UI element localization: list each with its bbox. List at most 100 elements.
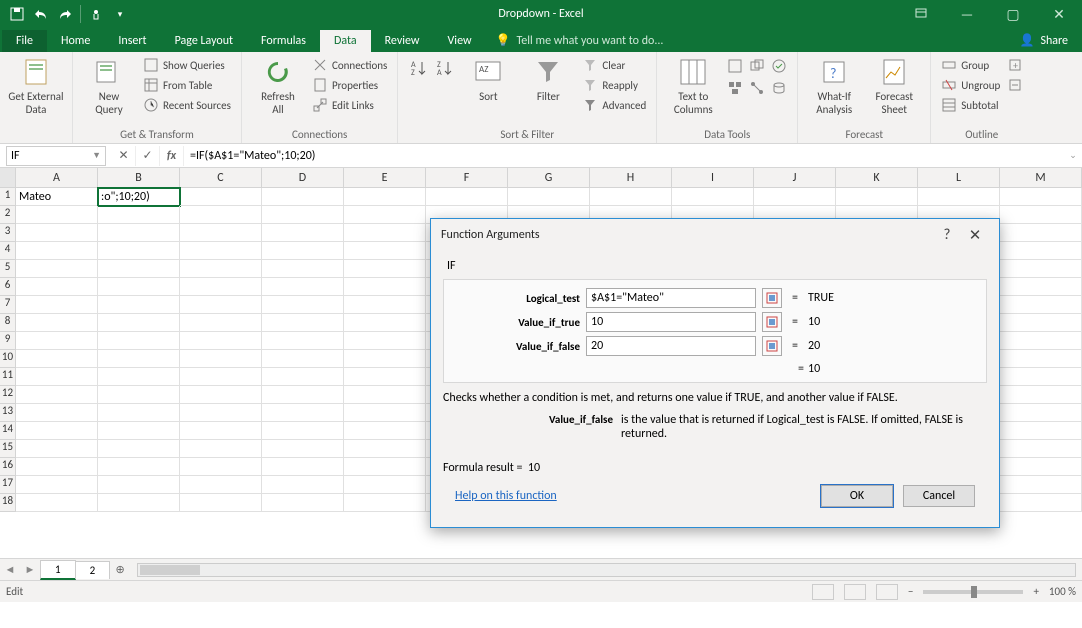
cell[interactable]: [180, 278, 262, 296]
row-header[interactable]: 18: [0, 494, 16, 512]
filter-button[interactable]: Filter: [520, 56, 576, 103]
row-header[interactable]: 8: [0, 314, 16, 332]
cell[interactable]: [344, 332, 426, 350]
cell[interactable]: [16, 476, 98, 494]
cell[interactable]: [180, 440, 262, 458]
cell[interactable]: [344, 278, 426, 296]
cell[interactable]: [344, 314, 426, 332]
cell[interactable]: [180, 242, 262, 260]
cell[interactable]: [98, 206, 180, 224]
col-header[interactable]: L: [918, 168, 1000, 187]
cell[interactable]: [98, 422, 180, 440]
zoom-slider[interactable]: [923, 590, 1023, 594]
cell[interactable]: [262, 368, 344, 386]
cell[interactable]: [98, 368, 180, 386]
sheet-tab[interactable]: 2: [75, 561, 111, 579]
cell[interactable]: [1000, 260, 1082, 278]
advanced-filter-button[interactable]: Advanced: [580, 96, 648, 114]
get-external-data-button[interactable]: Get External Data: [8, 56, 64, 116]
cell[interactable]: [180, 224, 262, 242]
cell[interactable]: [16, 278, 98, 296]
cell[interactable]: [344, 494, 426, 512]
cell[interactable]: [1000, 440, 1082, 458]
formulas-tab[interactable]: Formulas: [247, 30, 320, 52]
cell[interactable]: [1000, 278, 1082, 296]
cell[interactable]: [180, 350, 262, 368]
range-selector-button[interactable]: [762, 336, 782, 356]
expand-formula-bar-button[interactable]: ⌄: [1064, 150, 1082, 161]
insert-tab[interactable]: Insert: [104, 30, 160, 52]
cell[interactable]: [262, 188, 344, 206]
consolidate-button[interactable]: [725, 78, 745, 98]
undo-icon[interactable]: [30, 3, 52, 25]
sort-asc-button[interactable]: AZ: [406, 56, 430, 80]
cell[interactable]: [16, 242, 98, 260]
cell[interactable]: [1000, 206, 1082, 224]
cell[interactable]: [98, 386, 180, 404]
enter-formula-button[interactable]: ✓: [136, 146, 160, 166]
from-table-button[interactable]: From Table: [141, 76, 233, 94]
cell[interactable]: [180, 494, 262, 512]
cell[interactable]: [262, 458, 344, 476]
cell[interactable]: [16, 206, 98, 224]
cell[interactable]: [344, 368, 426, 386]
close-button[interactable]: ✕: [1036, 0, 1082, 28]
redo-icon[interactable]: [54, 3, 76, 25]
formula-input[interactable]: =IF($A$1="Mateo";10;20): [184, 149, 1064, 163]
cell[interactable]: [344, 224, 426, 242]
cell[interactable]: [754, 188, 836, 206]
cell[interactable]: [1000, 476, 1082, 494]
help-button[interactable]: ?: [933, 226, 961, 244]
col-header[interactable]: K: [836, 168, 918, 187]
col-header[interactable]: J: [754, 168, 836, 187]
cell[interactable]: Mateo: [16, 188, 98, 206]
show-detail-button[interactable]: +: [1006, 56, 1024, 74]
cell[interactable]: [16, 422, 98, 440]
cell[interactable]: [98, 476, 180, 494]
cell[interactable]: [16, 332, 98, 350]
cell[interactable]: [344, 458, 426, 476]
cell[interactable]: [344, 188, 426, 206]
page-layout-tab[interactable]: Page Layout: [161, 30, 247, 52]
insert-function-button[interactable]: fx: [160, 146, 184, 166]
cell[interactable]: [1000, 404, 1082, 422]
row-header[interactable]: 2: [0, 206, 16, 224]
cell[interactable]: [98, 440, 180, 458]
page-layout-view-button[interactable]: [844, 584, 866, 600]
row-header[interactable]: 15: [0, 440, 16, 458]
cancel-formula-button[interactable]: ✕: [112, 146, 136, 166]
sheet-tab[interactable]: 1: [40, 560, 76, 580]
cell[interactable]: [1000, 386, 1082, 404]
cell[interactable]: [16, 386, 98, 404]
cell[interactable]: [262, 296, 344, 314]
relationships-button[interactable]: [747, 78, 767, 98]
qat-customize-icon[interactable]: ▾: [109, 3, 131, 25]
col-header[interactable]: G: [508, 168, 590, 187]
logical-test-input[interactable]: [586, 288, 756, 308]
group-button[interactable]: Group: [939, 56, 1002, 74]
touch-mode-icon[interactable]: [85, 3, 107, 25]
row-header[interactable]: 12: [0, 386, 16, 404]
tell-me-search[interactable]: 💡 Tell me what you want to do...: [486, 29, 674, 52]
row-header[interactable]: 16: [0, 458, 16, 476]
cell[interactable]: [180, 314, 262, 332]
data-tab[interactable]: Data: [320, 30, 371, 52]
cell[interactable]: [16, 440, 98, 458]
col-header[interactable]: D: [262, 168, 344, 187]
col-header[interactable]: B: [98, 168, 180, 187]
hide-detail-button[interactable]: [1006, 76, 1024, 94]
cell[interactable]: [180, 386, 262, 404]
cell[interactable]: [344, 260, 426, 278]
dialog-close-button[interactable]: ✕: [961, 226, 989, 245]
cell[interactable]: [16, 404, 98, 422]
cell[interactable]: [262, 404, 344, 422]
file-tab[interactable]: File: [2, 30, 47, 52]
cell[interactable]: [98, 260, 180, 278]
cancel-button[interactable]: Cancel: [903, 485, 975, 507]
help-link[interactable]: Help on this function: [455, 489, 557, 503]
cell[interactable]: [918, 188, 1000, 206]
zoom-in-button[interactable]: +: [1033, 585, 1038, 598]
value-if-false-input[interactable]: [586, 336, 756, 356]
cell[interactable]: [180, 332, 262, 350]
row-header[interactable]: 4: [0, 242, 16, 260]
